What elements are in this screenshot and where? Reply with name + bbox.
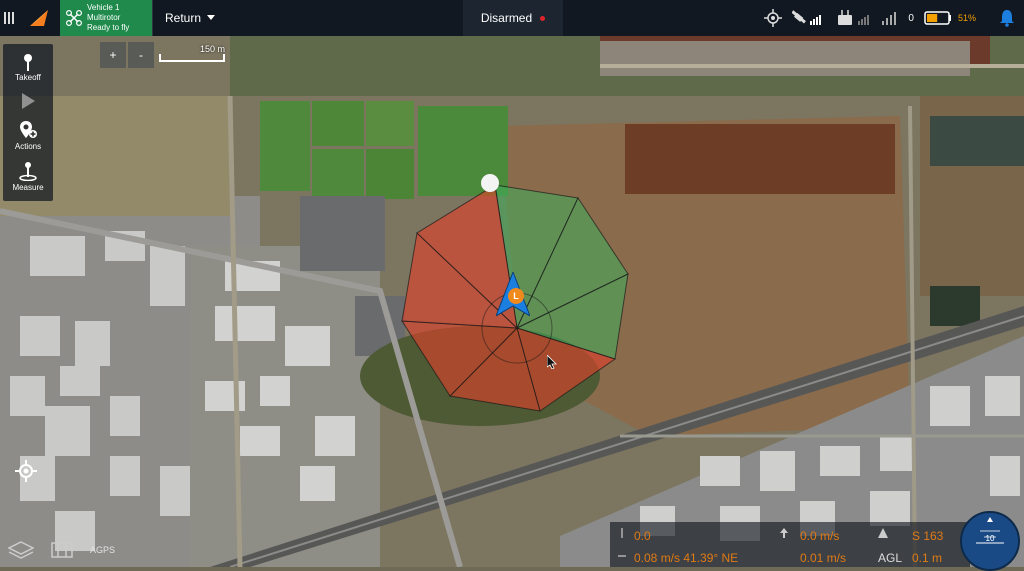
ground-speed-value: 0.08 m/s 41.39° NE xyxy=(634,551,739,565)
battery-icon xyxy=(924,11,951,25)
rc-transmitter-icon[interactable] xyxy=(836,9,872,27)
takeoff-icon xyxy=(24,54,32,71)
agps-label: AGPS xyxy=(90,545,116,555)
rc-count: 0 xyxy=(908,12,914,24)
gps-target-icon[interactable] xyxy=(764,9,783,27)
multirotor-icon xyxy=(66,10,82,26)
attitude-label: 10 xyxy=(985,534,995,543)
app-logo[interactable] xyxy=(18,0,60,36)
top-toolbar: Vehicle 1 Multirotor Ready to fly Return… xyxy=(0,0,1024,36)
agl-value: 0.1 m xyxy=(912,551,943,565)
center-vehicle-icon[interactable] xyxy=(15,460,37,482)
zoom-controls: + - xyxy=(100,42,154,68)
arm-status-button[interactable]: Disarmed xyxy=(463,0,563,36)
actions-button[interactable]: Actions xyxy=(3,115,53,156)
arm-status-dot xyxy=(540,15,546,21)
vehicle-selector[interactable]: Vehicle 1 Multirotor Ready to fly xyxy=(60,0,152,36)
geofence-handle[interactable] xyxy=(481,174,499,192)
satellite-signal-icon[interactable] xyxy=(792,9,826,27)
scale-bar xyxy=(159,54,225,62)
vertical-speed-icon xyxy=(780,528,788,538)
mouse-cursor-icon xyxy=(547,355,557,369)
takeoff-label: Takeoff xyxy=(15,73,41,82)
actions-label: Actions xyxy=(14,142,42,151)
attitude-indicator[interactable]: 10 xyxy=(960,511,1020,571)
flight-mode-selector[interactable]: Return xyxy=(153,11,216,25)
play-icon xyxy=(22,93,35,109)
home-marker-label: L xyxy=(513,291,519,301)
vehicle-status: Ready to fly xyxy=(87,23,130,32)
arm-status-label: Disarmed xyxy=(480,11,533,25)
home-marker: L xyxy=(508,288,524,304)
chevron-down-icon xyxy=(207,15,216,20)
altitude-arrow-icon xyxy=(621,528,623,538)
horizontal-speed-value: 0.01 m/s xyxy=(800,551,847,565)
heading-value: S 163 xyxy=(912,529,944,543)
vehicle-name: Vehicle 1 xyxy=(87,3,120,12)
flight-mode-label: Return xyxy=(165,11,202,25)
battery-indicator[interactable]: 51% xyxy=(924,11,976,25)
plan-toolbar: Takeoff Actions Measure xyxy=(3,44,53,201)
bottom-left-controls: AGPS xyxy=(8,540,115,560)
map-scale: 150 m xyxy=(159,44,225,62)
zoom-out-button[interactable]: - xyxy=(128,42,154,68)
measure-label: Measure xyxy=(12,183,44,192)
zoom-in-button[interactable]: + xyxy=(100,42,126,68)
vehicle-type: Multirotor xyxy=(87,13,121,22)
takeoff-button[interactable]: Takeoff xyxy=(3,48,53,87)
actions-pin-icon xyxy=(20,121,37,138)
agl-label: AGL xyxy=(878,551,903,565)
telemetry-signal-icon[interactable] xyxy=(882,11,898,25)
measure-button[interactable]: Measure xyxy=(3,156,53,197)
menu-button[interactable] xyxy=(0,0,18,36)
notification-bell-icon[interactable] xyxy=(998,9,1016,27)
measure-icon xyxy=(19,162,37,181)
qgc-logo-icon xyxy=(30,10,48,26)
menu-icon xyxy=(4,12,14,24)
telemetry-panel: 0.0 0.0 m/s S 163 0.08 m/s 41.39° NE 0.0… xyxy=(610,522,970,567)
layers-icon[interactable] xyxy=(8,540,34,560)
start-mission-button[interactable] xyxy=(3,87,53,115)
map-type-icon[interactable] xyxy=(50,540,74,560)
vertical-speed-value: 0.0 m/s xyxy=(800,529,840,543)
battery-percent: 51% xyxy=(957,13,976,23)
heading-icon xyxy=(878,528,888,538)
scale-label: 150 m xyxy=(199,44,225,54)
altitude-value: 0.0 xyxy=(634,529,651,543)
ground-speed-icon xyxy=(618,555,626,557)
